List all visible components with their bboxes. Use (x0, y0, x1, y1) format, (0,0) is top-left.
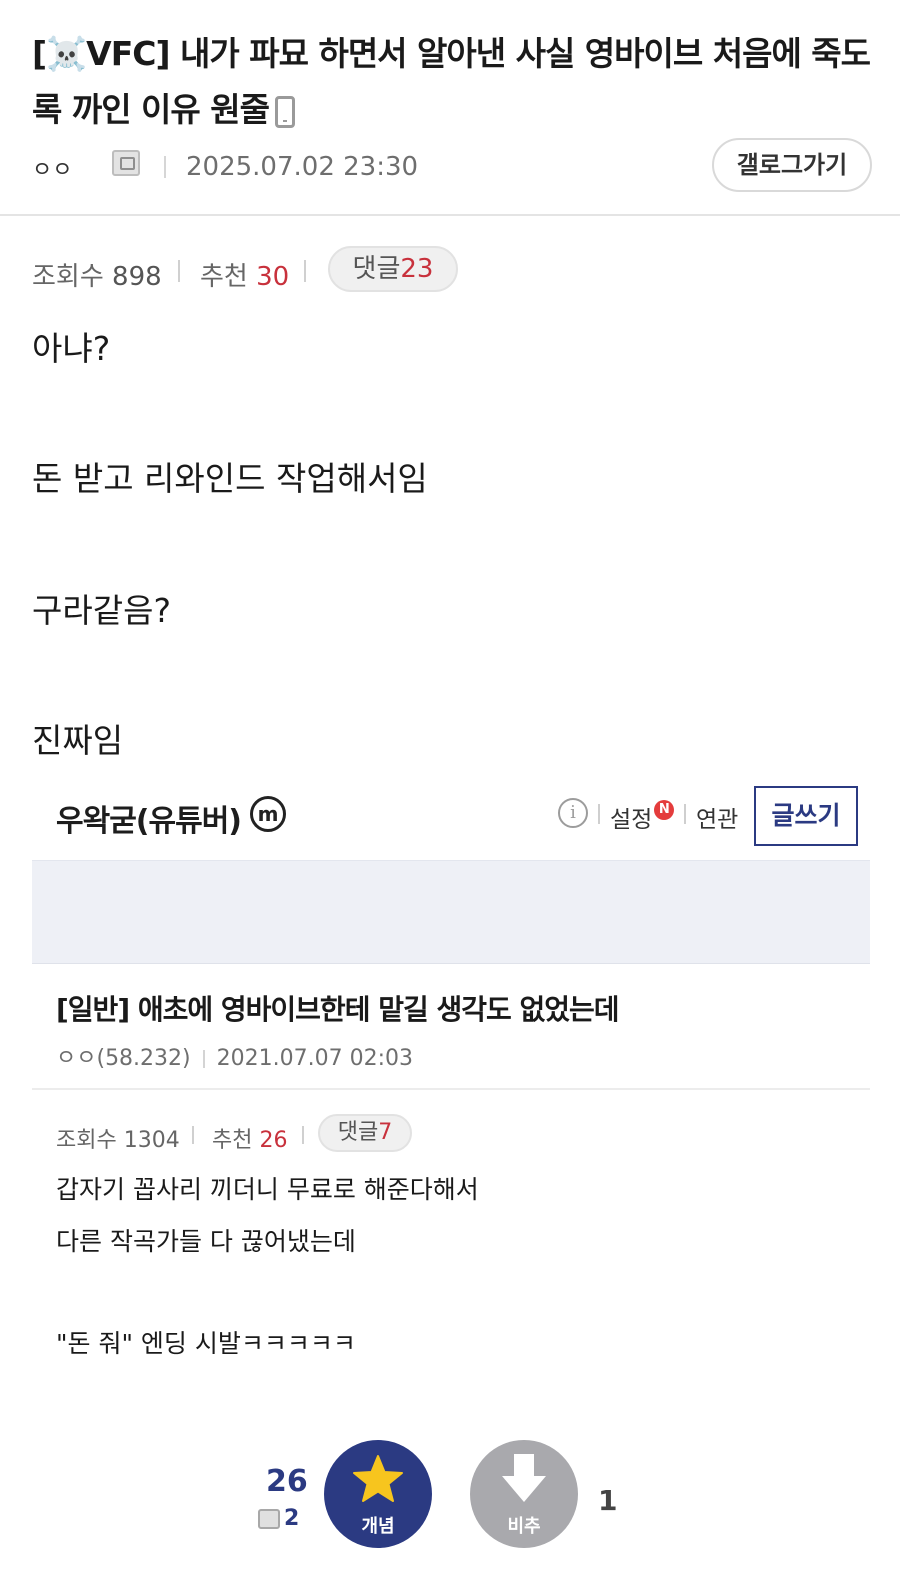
gallog-icon[interactable] (112, 150, 140, 176)
upvote-label: 개념 (361, 1516, 395, 1537)
recommend-count: 30 (256, 262, 290, 292)
downvote-button[interactable]: 비추 (470, 1440, 578, 1548)
downvote-count: 1 (598, 1484, 618, 1517)
embed-body-line: 갑자기 꼽사리 끼더니 무료로 해준다해서 (56, 1175, 479, 1204)
post-meta: ㅇㅇ 2025.07.02 23:30 갤로그가기 (32, 138, 872, 196)
embed-gallery-header: 우왁굳(유튜버) m i 설정 N 연관 글쓰기 (32, 770, 870, 860)
meta-divider (164, 156, 166, 178)
phone-icon (275, 95, 295, 128)
author-nick[interactable]: ㅇㅇ (32, 152, 72, 184)
comments-pill[interactable]: 댓글23 (328, 246, 458, 292)
comments-count: 23 (400, 254, 434, 284)
embed-recommend-stat: 추천 26 (212, 1128, 288, 1153)
post-title-text: [☠️VFC] 내가 파묘 하면서 알아낸 사실 영바이브 처음에 죽도록 까인… (32, 34, 871, 129)
embedded-screenshot: 우왁굳(유튜버) m i 설정 N 연관 글쓰기 [일반] 애초에 영바이브한테 … (32, 770, 870, 1390)
embed-post-meta: ㅇㅇ(58.232) 2021.07.07 02:03 (56, 1040, 413, 1072)
minor-gallery-icon: m (250, 796, 286, 832)
embed-views-count: 1304 (123, 1128, 180, 1153)
embed-views-stat: 조회수 1304 (56, 1128, 180, 1153)
embed-related-link: 연관 (696, 807, 739, 833)
body-line: 돈 받고 리와인드 작업해서임 (32, 459, 428, 498)
new-badge: N (654, 800, 675, 820)
star-icon (353, 1455, 403, 1502)
header-divider (0, 214, 900, 216)
embed-date: 2021.07.07 02:03 (216, 1046, 413, 1071)
embed-banner-area (32, 860, 870, 964)
post-date: 2025.07.02 23:30 (186, 152, 419, 182)
embed-body-line: 다른 작곡가들 다 끊어냈는데 (56, 1227, 356, 1256)
gallog-button[interactable]: 갤로그가기 (712, 138, 872, 192)
embed-body-line: "돈 줘" 엔딩 시발ㅋㅋㅋㅋㅋ (56, 1329, 356, 1358)
body-line: 아냐? (32, 329, 111, 368)
stat-divider (178, 260, 180, 282)
embed-divider (32, 1088, 870, 1090)
upvote-count: 26 (266, 1464, 308, 1499)
stat-divider (304, 260, 306, 282)
embed-recommend-count: 26 (259, 1128, 288, 1153)
embed-settings-link: 설정 N (610, 800, 675, 834)
recommend-stat: 추천 30 (200, 262, 290, 292)
views-stat: 조회수 898 (32, 262, 162, 292)
embed-author: ㅇㅇ(58.232) (56, 1046, 191, 1071)
upvote-button[interactable]: 개념 (324, 1440, 432, 1548)
fixed-upvote-count: 2 (258, 1506, 299, 1531)
gallog-icon (258, 1509, 280, 1529)
views-count: 898 (112, 262, 162, 292)
downvote-label: 비추 (507, 1516, 541, 1537)
embed-comments-count: 7 (378, 1120, 393, 1145)
stat-divider (302, 1126, 304, 1144)
head-divider (598, 804, 600, 824)
embed-comments-pill: 댓글7 (318, 1114, 412, 1152)
post-title: [☠️VFC] 내가 파묘 하면서 알아낸 사실 영바이브 처음에 죽도록 까인… (32, 26, 872, 138)
head-divider (684, 804, 686, 824)
stat-divider (192, 1126, 194, 1144)
info-icon: i (558, 798, 588, 828)
body-line: 진짜임 (32, 721, 124, 760)
embed-post-title: [일반] 애초에 영바이브한테 맡길 생각도 없었는데 (56, 993, 620, 1026)
embed-gallery-name: 우왁굳(유튜버) (56, 804, 242, 839)
vote-area: 26 2 개념 비추 1 (0, 1430, 900, 1570)
embed-write-button: 글쓰기 (754, 786, 858, 846)
body-line: 구라같음? (32, 591, 171, 630)
arrow-down-icon (502, 1454, 546, 1502)
